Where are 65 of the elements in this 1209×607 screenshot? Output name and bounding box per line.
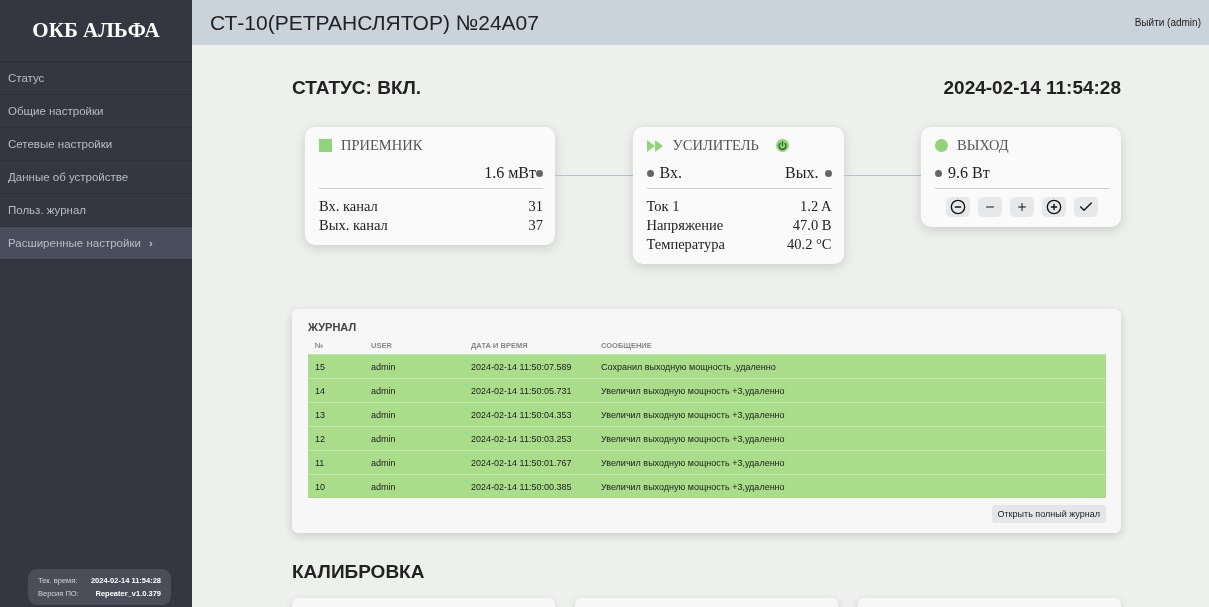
table-cell: Увеличил выходную мощность +3,удаленно: [594, 450, 1106, 474]
table-cell: 2024-02-14 11:50:07.589: [464, 354, 594, 378]
port-dot: [536, 169, 543, 177]
circle-icon: [935, 139, 948, 152]
plus-icon: [1016, 201, 1028, 213]
table-cell: 13: [308, 402, 364, 426]
table-cell: admin: [364, 354, 464, 378]
table-cell: admin: [364, 426, 464, 450]
param-label: Напряжение: [646, 216, 724, 235]
param-value: 47.0 B: [792, 216, 832, 235]
circle-minus-icon: [950, 199, 966, 215]
param-label: Вых. канал: [319, 216, 388, 235]
logout-link[interactable]: Выйти (admin): [1134, 17, 1201, 28]
sidebar-item[interactable]: Общие настройки: [0, 95, 192, 128]
sidebar-item[interactable]: Данные об устройстве: [0, 161, 192, 194]
increase-button[interactable]: [1010, 197, 1034, 217]
section-title: КАЛИБРОВКА: [292, 561, 425, 582]
table-cell: Увеличил выходную мощность +3,удаленно: [594, 474, 1106, 498]
table-cell: 12: [308, 426, 364, 450]
card-title: ВЫХОД: [957, 137, 1009, 154]
decrease-big-button[interactable]: [946, 197, 970, 217]
status-datetime: 2024-02-14 11:54:28: [943, 77, 1121, 99]
param-value: 37: [528, 216, 543, 235]
table-cell: 2024-02-14 11:50:01.767: [464, 450, 594, 474]
page-title: СТ-10(РЕТРАНСЛЯТОР) №24А07: [210, 10, 539, 35]
open-journal-button[interactable]: Открыть полный журнал: [991, 505, 1106, 523]
table-cell: 14: [308, 378, 364, 402]
param-value: 1.2 A: [800, 197, 832, 216]
table-cell: Увеличил выходную мощность +3,удаленно: [594, 402, 1106, 426]
table-cell: 11: [308, 450, 364, 474]
table-cell: admin: [364, 402, 464, 426]
param-value: 31: [528, 197, 543, 216]
table-cell: admin: [364, 474, 464, 498]
double-arrow-icon: [646, 139, 664, 152]
table-cell: Увеличил выходную мощность +3,удаленно: [594, 378, 1106, 402]
table-cell: 2024-02-14 11:50:05.731: [464, 378, 594, 402]
increase-big-button[interactable]: [1042, 197, 1066, 217]
square-icon: [319, 139, 332, 152]
param-label: Вх. канал: [319, 197, 378, 216]
card-title: ПРИЕМНИК: [341, 137, 423, 154]
table-cell: 10: [308, 474, 364, 498]
table-cell: Увеличил выходную мощность +3,удаленно: [594, 426, 1106, 450]
status-title: СТАТУС: ВКЛ.: [292, 77, 422, 99]
table-cell: 15: [308, 354, 364, 378]
table-cell: 2024-02-14 11:50:03.253: [464, 426, 594, 450]
panel-title: ЖУРНАЛ: [308, 321, 358, 333]
table-cell: 2024-02-14 11:50:00.385: [464, 474, 594, 498]
sidebar-item[interactable]: Статус: [0, 62, 192, 95]
card-title: УСИЛИТЕЛЬ: [672, 137, 759, 154]
circle-plus-icon: [1046, 199, 1062, 215]
table-cell: admin: [364, 378, 464, 402]
param-label: Ток 1: [646, 197, 680, 216]
power-reading: 9.6 Вт: [935, 164, 990, 182]
input-port: Вх.: [646, 164, 682, 182]
table-cell: 2024-02-14 11:50:04.353: [464, 402, 594, 426]
power-reading: 1.6 мВт: [484, 164, 536, 182]
table-cell: admin: [364, 450, 464, 474]
confirm-button[interactable]: [1074, 197, 1098, 217]
output-port: Вых.: [785, 164, 832, 182]
decrease-button[interactable]: [978, 197, 1002, 217]
param-label: Температура: [646, 235, 725, 254]
param-value: 40.2 °C: [787, 235, 832, 254]
table-cell: Сохранил выходную мощность ,удаленно: [594, 354, 1106, 378]
sidebar-item[interactable]: Сетевые настройки: [0, 128, 192, 161]
sidebar-item[interactable]: Расширенные настройки ›: [0, 227, 192, 260]
